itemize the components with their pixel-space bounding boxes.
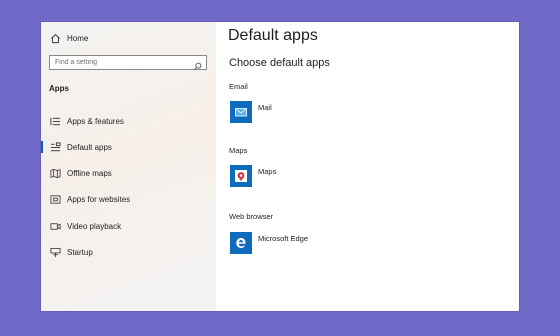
group-label-email: Email xyxy=(229,82,248,91)
search-box[interactable] xyxy=(49,55,207,71)
sidebar-item-video-playback[interactable]: Video playback xyxy=(41,215,216,237)
list-icon xyxy=(49,115,61,127)
sidebar-item-label: Video playback xyxy=(67,221,122,231)
maps-icon xyxy=(230,165,252,187)
group-label-maps: Maps xyxy=(229,146,248,155)
maps-app-name: Maps xyxy=(258,167,277,176)
sidebar-item-apps-for-websites[interactable]: Apps for websites xyxy=(41,188,216,210)
sidebar-item-startup[interactable]: Startup xyxy=(41,241,216,263)
home-nav-item[interactable]: Home xyxy=(41,27,216,49)
sidebar-item-label: Apps & features xyxy=(67,116,124,126)
sidebar-item-default-apps[interactable]: Default apps xyxy=(41,136,216,158)
web-browser-app-name: Microsoft Edge xyxy=(258,234,309,243)
home-label: Home xyxy=(67,33,89,43)
sidebar-item-offline-maps[interactable]: Offline maps xyxy=(41,162,216,184)
maps-app-button[interactable]: Maps xyxy=(230,165,276,189)
search-icon[interactable] xyxy=(193,58,202,71)
home-icon xyxy=(49,32,61,44)
email-app-button[interactable]: Mail xyxy=(230,101,272,125)
sidebar-item-label: Offline maps xyxy=(67,168,112,178)
map-icon xyxy=(49,167,61,179)
settings-window: Home Apps Apps & features Default apps xyxy=(41,22,519,311)
email-app-name: Mail xyxy=(258,103,272,112)
main-content: Default apps Choose default apps Email M… xyxy=(216,22,519,311)
default-apps-icon xyxy=(49,141,61,153)
mail-icon xyxy=(230,101,252,123)
sidebar-item-label: Apps for websites xyxy=(67,194,131,204)
video-icon xyxy=(49,220,61,232)
sidebar-item-label: Startup xyxy=(67,247,93,257)
search-input[interactable] xyxy=(50,56,193,69)
startup-icon xyxy=(49,246,61,258)
page-title: Default apps xyxy=(228,27,318,44)
section-heading-apps: Apps xyxy=(49,84,69,93)
web-browser-app-button[interactable]: Microsoft Edge xyxy=(230,232,308,256)
website-icon xyxy=(49,193,61,205)
page-subtitle: Choose default apps xyxy=(229,57,330,69)
group-label-web-browser: Web browser xyxy=(229,212,274,221)
sidebar-item-label: Default apps xyxy=(67,142,112,152)
sidebar-item-apps-features[interactable]: Apps & features xyxy=(41,110,216,132)
sidebar: Home Apps Apps & features Default apps xyxy=(41,22,216,311)
edge-icon xyxy=(230,232,252,254)
